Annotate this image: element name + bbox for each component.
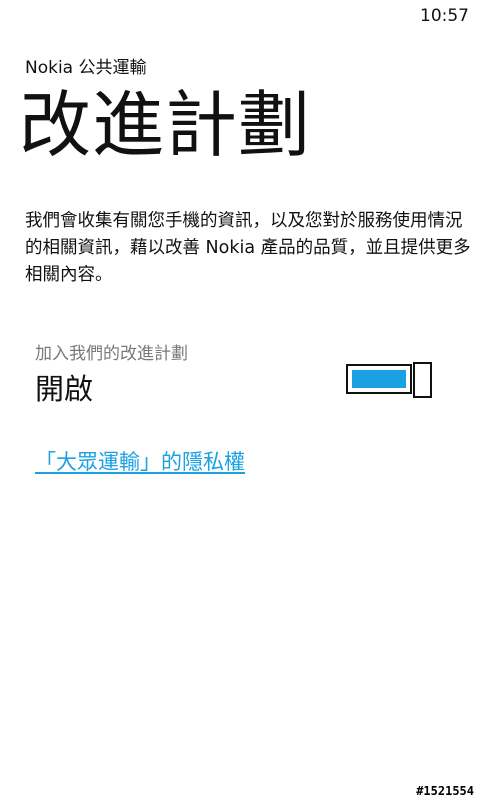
toggle-state-text: 開啟 — [35, 372, 94, 406]
clock: 10:57 — [420, 6, 469, 26]
toggle-label: 加入我們的改進計劃 — [35, 344, 188, 364]
toggle-thumb[interactable] — [413, 362, 432, 398]
watermark-id: #1521554 — [416, 784, 474, 798]
status-bar: 10:57 — [0, 0, 480, 32]
privacy-policy-link[interactable]: 「大眾運輸」的隱私權 — [35, 446, 245, 476]
toggle-fill — [352, 370, 406, 388]
toggle-track — [346, 364, 412, 394]
improvement-program-toggle[interactable] — [346, 362, 432, 398]
app-name: Nokia 公共運輸 — [25, 58, 147, 78]
page-title: 改進計劃 — [19, 83, 312, 167]
description-text: 我們會收集有關您手機的資訊，以及您對於服務使用情況的相關資訊，藉以改善 Noki… — [25, 211, 471, 285]
